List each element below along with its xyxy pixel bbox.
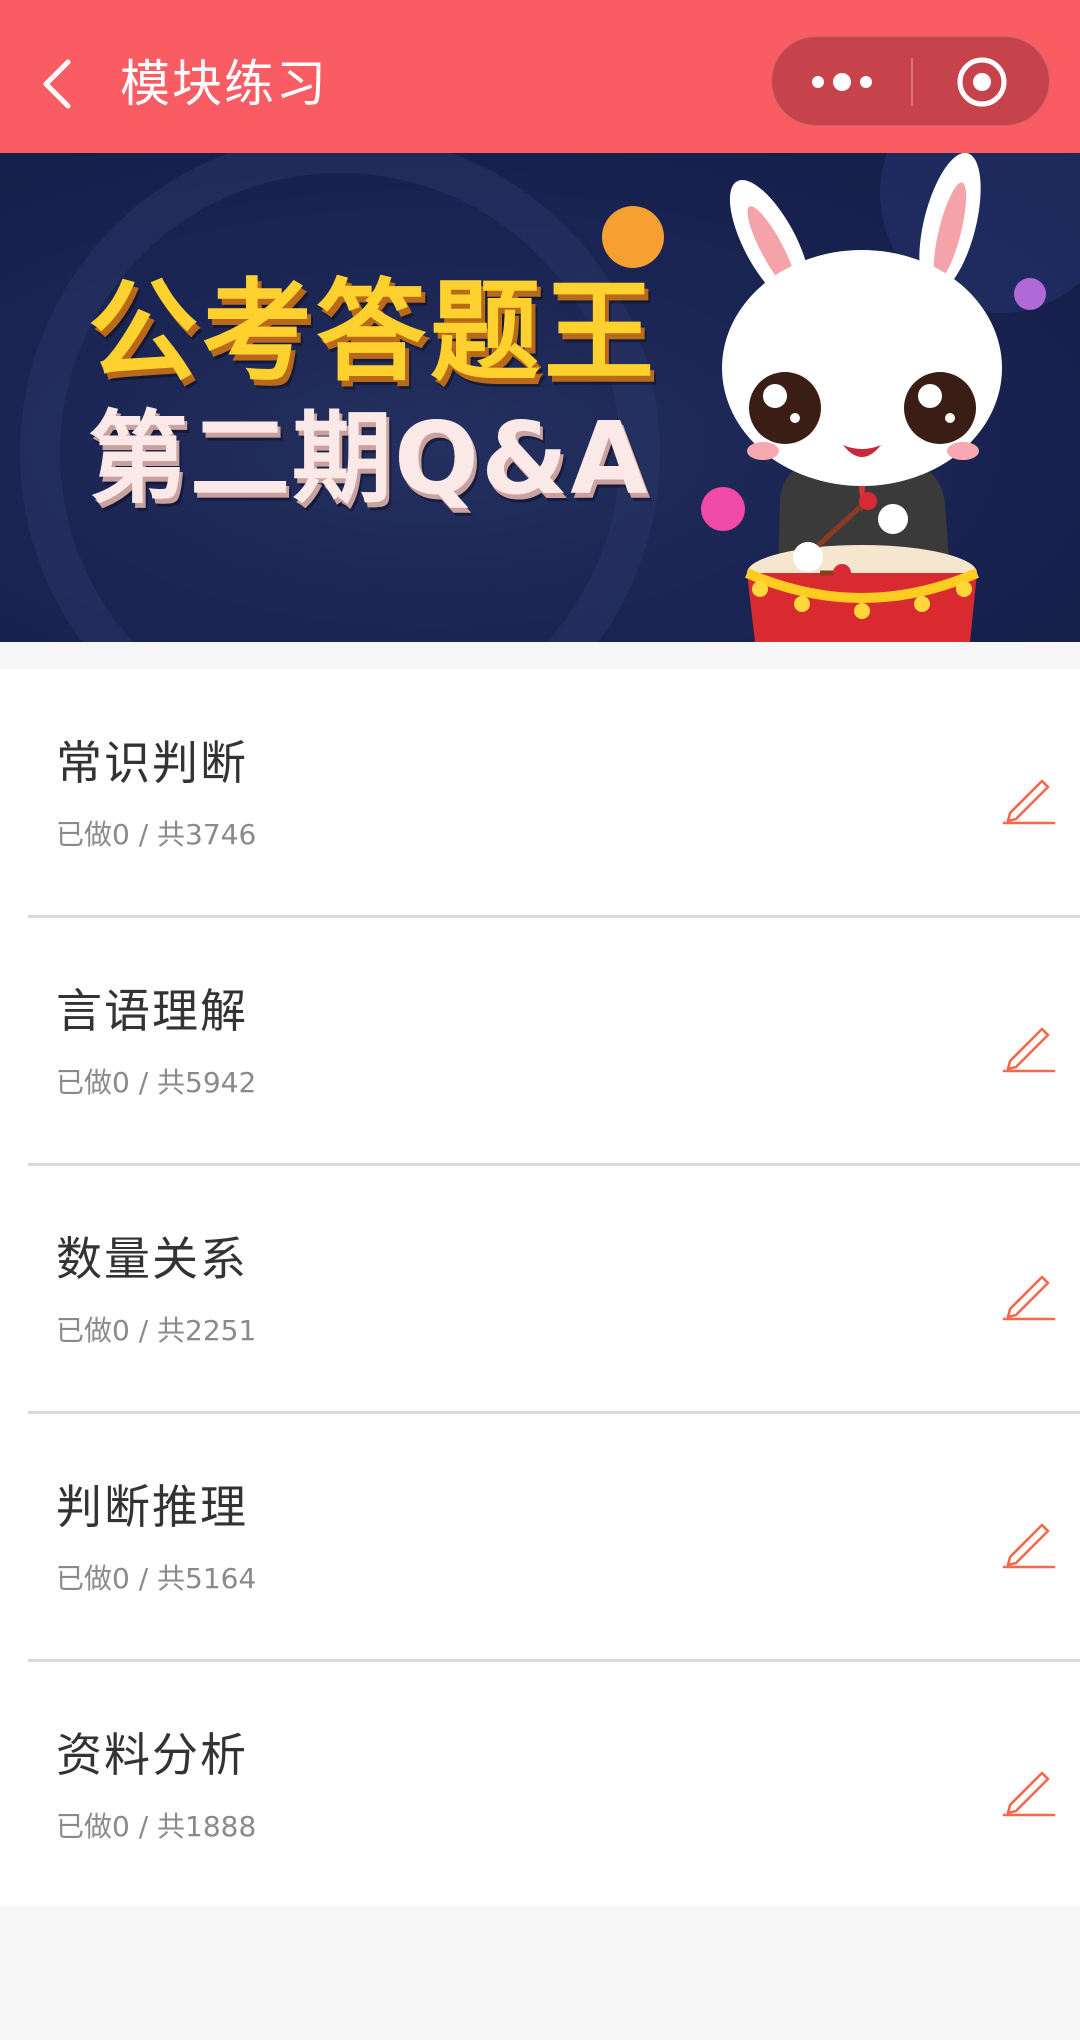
module-item[interactable]: 常识判断 已做0 / 共3746 — [0, 669, 1080, 918]
module-item[interactable]: 资料分析 已做0 / 共1888 — [0, 1661, 1080, 1909]
module-list: 常识判断 已做0 / 共3746 言语理解 已做0 / 共5942 数量关系 已… — [0, 669, 1080, 1906]
capsule-menu — [771, 36, 1050, 126]
promo-banner[interactable]: 公考答题王 第二期Q&A — [0, 153, 1080, 642]
more-dots-icon — [811, 73, 872, 91]
module-item[interactable]: 言语理解 已做0 / 共5942 — [0, 917, 1080, 1166]
banner-title: 公考答题王 — [88, 268, 658, 396]
page-title: 模块练习 — [120, 55, 328, 113]
chevron-left-icon — [43, 59, 71, 109]
module-name: 常识判断 — [56, 736, 248, 790]
pencil-icon[interactable] — [1000, 1017, 1056, 1073]
more-button[interactable] — [772, 37, 911, 127]
pencil-icon[interactable] — [1000, 1761, 1056, 1817]
module-progress: 已做0 / 共3746 — [56, 818, 257, 851]
module-item[interactable]: 数量关系 已做0 / 共2251 — [0, 1165, 1080, 1414]
close-miniprogram-button[interactable] — [913, 37, 1051, 127]
navbar: 模块练习 — [0, 0, 1080, 153]
pencil-icon[interactable] — [1000, 1513, 1056, 1569]
banner-decoration — [20, 153, 1080, 642]
module-progress: 已做0 / 共5164 — [56, 1562, 257, 1595]
module-name: 言语理解 — [56, 984, 248, 1038]
back-button[interactable] — [28, 42, 88, 126]
module-name: 资料分析 — [56, 1728, 248, 1782]
module-progress: 已做0 / 共2251 — [56, 1314, 257, 1347]
module-name: 数量关系 — [56, 1232, 248, 1286]
pencil-icon[interactable] — [1000, 1265, 1056, 1321]
module-progress: 已做0 / 共5942 — [56, 1066, 257, 1099]
rabbit-mascot — [722, 153, 1002, 642]
pencil-icon[interactable] — [1000, 769, 1056, 825]
target-circle-icon — [957, 57, 1007, 107]
module-item[interactable]: 判断推理 已做0 / 共5164 — [0, 1413, 1080, 1662]
module-name: 判断推理 — [56, 1480, 248, 1534]
module-progress: 已做0 / 共1888 — [56, 1810, 257, 1843]
banner-subtitle: 第二期Q&A — [88, 400, 650, 517]
